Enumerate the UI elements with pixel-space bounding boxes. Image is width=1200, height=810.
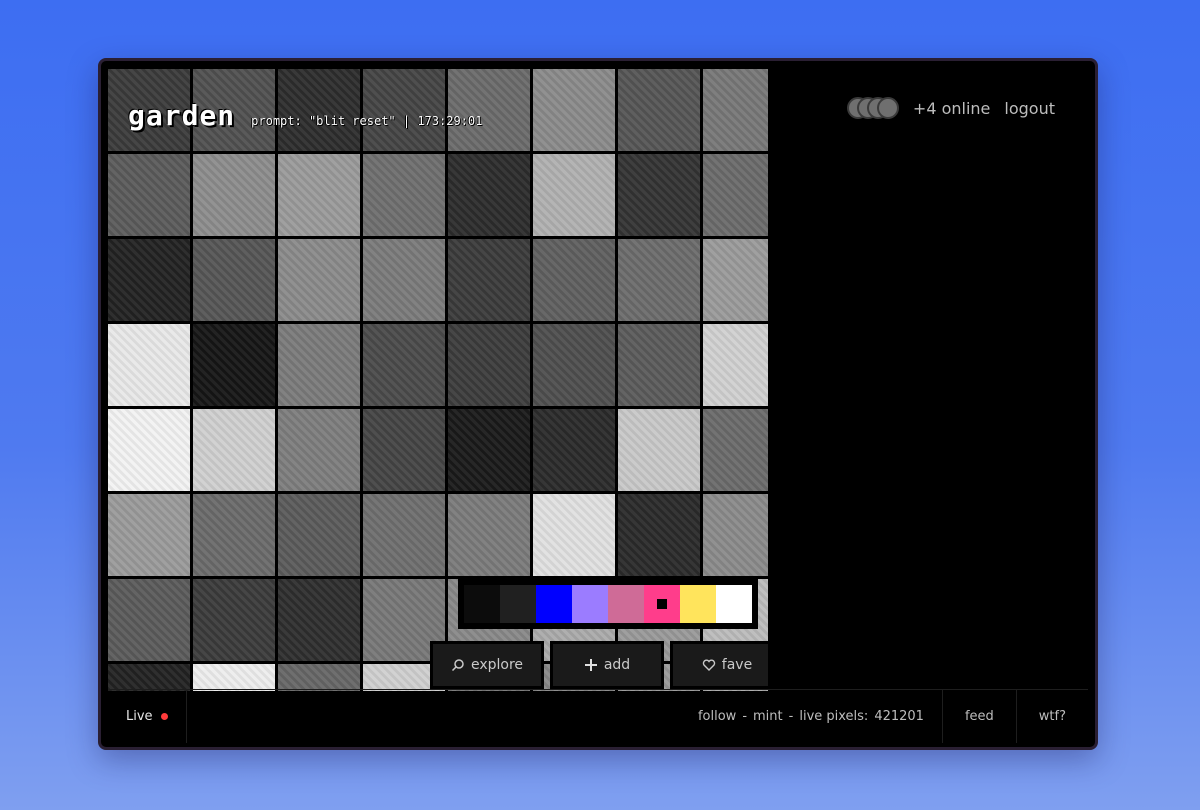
- artwork-tile[interactable]: [618, 324, 700, 406]
- artwork-tile[interactable]: [703, 239, 768, 321]
- palette-swatch[interactable]: [572, 585, 608, 623]
- artwork-tile[interactable]: [703, 409, 768, 491]
- artwork-tile[interactable]: [448, 239, 530, 321]
- artwork-tile[interactable]: [363, 154, 445, 236]
- artwork-tile[interactable]: [278, 664, 360, 691]
- artwork-tile[interactable]: [533, 69, 615, 151]
- artwork-tile[interactable]: [108, 239, 190, 321]
- artwork-tile[interactable]: [703, 494, 768, 576]
- follow-link[interactable]: follow: [698, 709, 736, 724]
- artwork-tile[interactable]: [193, 154, 275, 236]
- fave-button[interactable]: fave: [670, 641, 768, 689]
- artwork-tile[interactable]: [278, 324, 360, 406]
- artwork-tile[interactable]: [193, 664, 275, 691]
- palette-swatch[interactable]: [680, 585, 716, 623]
- artwork-tile[interactable]: [618, 69, 700, 151]
- live-indicator[interactable]: Live: [108, 690, 187, 743]
- artwork-tile[interactable]: [278, 154, 360, 236]
- explore-button[interactable]: explore: [430, 641, 544, 689]
- artwork-tile[interactable]: [533, 324, 615, 406]
- artwork-tile[interactable]: [108, 409, 190, 491]
- artwork-tile[interactable]: [108, 579, 190, 661]
- artwork-tile[interactable]: [533, 239, 615, 321]
- pixels-count: 421201: [874, 709, 924, 724]
- stats: follow - mint - live pixels: 421201: [680, 709, 942, 724]
- artwork-tile[interactable]: [193, 579, 275, 661]
- artwork-tile[interactable]: [193, 239, 275, 321]
- palette-swatch[interactable]: [644, 585, 680, 623]
- artwork-tile[interactable]: [448, 324, 530, 406]
- artwork-tile[interactable]: [278, 409, 360, 491]
- wtf-button[interactable]: wtf?: [1015, 690, 1088, 743]
- pixels-label: live pixels:: [799, 709, 869, 724]
- artwork-tile[interactable]: [533, 154, 615, 236]
- artwork-tile[interactable]: [618, 154, 700, 236]
- separator: -: [742, 709, 748, 724]
- add-label: add: [603, 657, 631, 673]
- selected-marker-icon: [657, 599, 667, 609]
- palette-swatch[interactable]: [716, 585, 752, 623]
- live-label: Live: [126, 709, 153, 724]
- artwork-tile[interactable]: [703, 69, 768, 151]
- feed-label: feed: [964, 709, 994, 724]
- artwork-tile[interactable]: [193, 324, 275, 406]
- artwork-tile[interactable]: [363, 409, 445, 491]
- presence-bar: +4 online logout: [846, 97, 1055, 119]
- palette-swatch[interactable]: [500, 585, 536, 623]
- artwork-tile[interactable]: [448, 409, 530, 491]
- header: garden prompt: "blit reset" | 173:29:01: [128, 99, 482, 132]
- artwork-tile[interactable]: [108, 664, 190, 691]
- plus-icon: [584, 659, 597, 671]
- mint-link[interactable]: mint: [753, 709, 783, 724]
- separator: -: [788, 709, 794, 724]
- search-icon: [451, 659, 464, 672]
- artwork-tile[interactable]: [533, 409, 615, 491]
- artwork-tile[interactable]: [108, 324, 190, 406]
- logout-link[interactable]: logout: [1004, 99, 1055, 118]
- artwork-tile[interactable]: [278, 494, 360, 576]
- color-palette: [458, 579, 758, 629]
- add-button[interactable]: add: [550, 641, 664, 689]
- palette-swatch[interactable]: [536, 585, 572, 623]
- artwork-tile[interactable]: [193, 409, 275, 491]
- artwork-tile[interactable]: [448, 494, 530, 576]
- fave-label: fave: [721, 657, 753, 673]
- logo[interactable]: garden: [128, 99, 235, 132]
- app-window: garden prompt: "blit reset" | 173:29:01 …: [98, 58, 1098, 750]
- artwork-tile[interactable]: [108, 154, 190, 236]
- prompt-label: prompt: "blit reset" | 173:29:01: [251, 114, 483, 128]
- action-bar: explore add fave: [430, 641, 768, 689]
- pixel-canvas[interactable]: garden prompt: "blit reset" | 173:29:01 …: [108, 69, 768, 691]
- explore-label: explore: [470, 657, 524, 673]
- wtf-label: wtf?: [1038, 709, 1066, 724]
- artwork-tile[interactable]: [618, 494, 700, 576]
- artwork-tile[interactable]: [533, 494, 615, 576]
- online-count: +4 online: [912, 98, 991, 118]
- feed-button[interactable]: feed: [941, 690, 1016, 743]
- footer: Live follow - mint - live pixels: 421201…: [108, 689, 1088, 743]
- artwork-tile[interactable]: [448, 154, 530, 236]
- artwork-tile[interactable]: [363, 324, 445, 406]
- artwork-tile[interactable]: [193, 494, 275, 576]
- avatar: [876, 97, 899, 119]
- live-dot-icon: [160, 713, 168, 720]
- artwork-tile[interactable]: [703, 324, 768, 406]
- artwork-tile[interactable]: [363, 239, 445, 321]
- palette-swatch[interactable]: [608, 585, 644, 623]
- online-avatars[interactable]: [846, 97, 899, 119]
- artwork-tile[interactable]: [108, 494, 190, 576]
- artwork-tile[interactable]: [278, 579, 360, 661]
- palette-swatch[interactable]: [464, 585, 500, 623]
- artwork-tile[interactable]: [363, 494, 445, 576]
- artwork-tile[interactable]: [278, 239, 360, 321]
- artwork-tile[interactable]: [618, 239, 700, 321]
- artwork-tile[interactable]: [618, 409, 700, 491]
- heart-icon: [702, 659, 716, 671]
- artwork-tile[interactable]: [703, 154, 768, 236]
